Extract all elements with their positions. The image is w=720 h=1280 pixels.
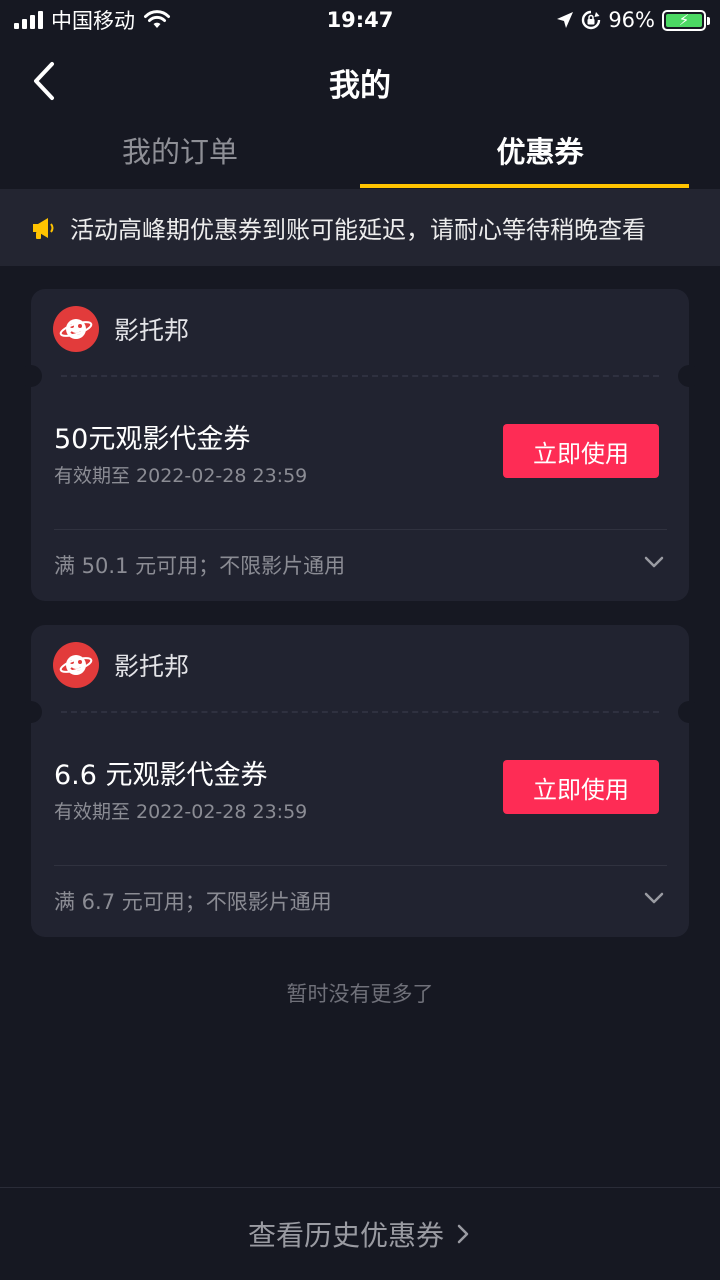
location-icon	[557, 12, 574, 28]
page-title: 我的	[329, 68, 391, 104]
expand-button[interactable]	[641, 885, 667, 911]
merchant-name: 影托邦	[114, 316, 190, 345]
navigation-bar: 我的	[0, 40, 720, 124]
battery-charging-icon: ⚡	[662, 9, 710, 31]
tab-bar: 我的订单 优惠券	[0, 118, 720, 188]
use-now-button[interactable]: 立即使用	[503, 760, 659, 814]
coupon-title: 6.6 元观影代金券	[54, 760, 268, 791]
chevron-down-icon	[644, 556, 664, 568]
signal-icon	[14, 11, 43, 29]
coupon-condition: 满 50.1 元可用；不限影片通用	[54, 554, 346, 578]
coupon-card: 影托邦 6.6 元观影代金券 有效期至 2022-02-28 23:59 立即使…	[20, 625, 700, 937]
status-right: 96% ⚡	[556, 8, 710, 32]
dashed-divider	[61, 711, 659, 713]
status-left: 中国移动	[14, 5, 171, 35]
status-bar: 中国移动 19:47 96% ⚡	[0, 0, 720, 40]
view-history-label: 查看历史优惠券	[247, 1219, 444, 1252]
coupon-card: 影托邦 50元观影代金券 有效期至 2022-02-28 23:59 立即使用 …	[20, 289, 700, 601]
wifi-icon	[144, 10, 170, 28]
coupon-validity: 有效期至 2022-02-28 23:59	[54, 465, 308, 487]
merchant-logo-icon	[53, 306, 99, 352]
coupon-condition: 满 6.7 元可用；不限影片通用	[54, 890, 332, 914]
coupon-divider	[54, 529, 667, 530]
tab-my-orders[interactable]: 我的订单	[0, 118, 360, 188]
chevron-right-icon	[457, 1224, 469, 1244]
dashed-divider	[61, 375, 659, 377]
notice-text: 活动高峰期优惠券到账可能延迟，请耐心等待稍晚查看	[70, 216, 646, 244]
coupon-merchant-row: 影托邦	[53, 305, 189, 353]
battery-percent: 96%	[608, 8, 655, 32]
rotation-lock-icon	[582, 10, 601, 30]
notice-banner: 活动高峰期优惠券到账可能延迟，请耐心等待稍晚查看	[0, 189, 720, 266]
coupon-divider	[54, 865, 667, 866]
merchant-name: 影托邦	[114, 652, 190, 681]
view-history-coupons-button[interactable]: 查看历史优惠券	[0, 1187, 720, 1280]
no-more-text: 暂时没有更多了	[286, 982, 434, 1006]
coupon-validity: 有效期至 2022-02-28 23:59	[54, 801, 308, 823]
carrier-label: 中国移动	[51, 9, 135, 33]
megaphone-icon	[33, 217, 54, 239]
expand-button[interactable]	[641, 549, 667, 575]
coupon-title: 50元观影代金券	[54, 424, 251, 455]
coupon-merchant-row: 影托邦	[53, 641, 189, 689]
use-now-button[interactable]: 立即使用	[503, 424, 659, 478]
chevron-down-icon	[644, 892, 664, 904]
merchant-logo-icon	[53, 642, 99, 688]
tab-coupons[interactable]: 优惠券	[360, 118, 720, 188]
